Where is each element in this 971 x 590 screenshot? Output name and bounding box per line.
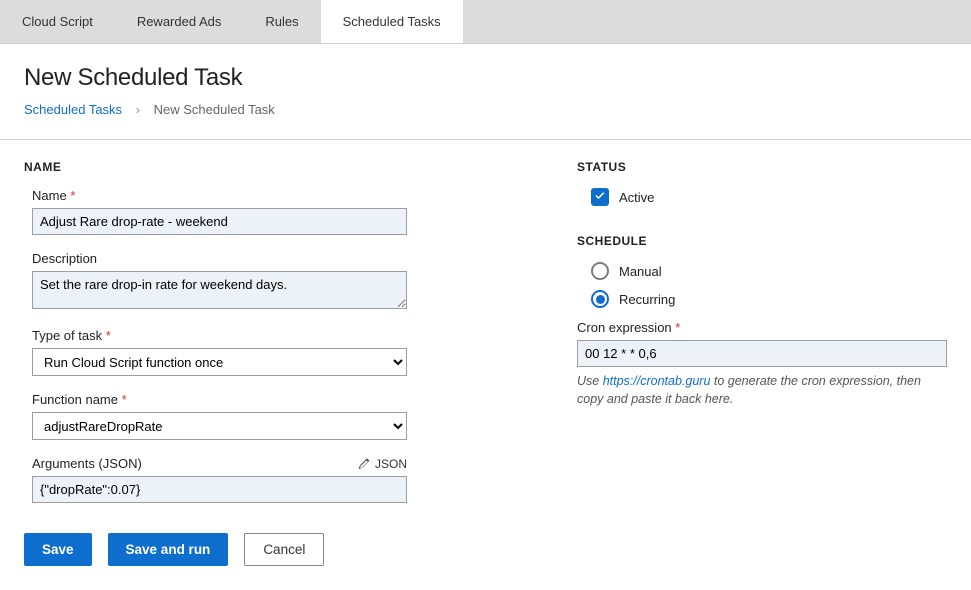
function-label: Function name * — [32, 392, 427, 407]
active-label: Active — [619, 190, 654, 205]
description-label: Description — [32, 251, 427, 266]
save-button[interactable]: Save — [24, 533, 92, 566]
cron-label: Cron expression * — [577, 320, 947, 335]
type-label: Type of task * — [32, 328, 427, 343]
json-toggle[interactable]: JSON — [358, 457, 407, 471]
breadcrumb: Scheduled Tasks › New Scheduled Task — [24, 102, 947, 117]
breadcrumb-root[interactable]: Scheduled Tasks — [24, 102, 122, 117]
pencil-icon — [358, 458, 370, 470]
description-input[interactable]: Set the rare drop-in rate for weekend da… — [32, 271, 407, 309]
divider — [0, 139, 971, 140]
schedule-section-heading: SCHEDULE — [577, 234, 947, 248]
active-checkbox[interactable] — [591, 188, 609, 206]
crontab-link[interactable]: https://crontab.guru — [603, 374, 711, 388]
cron-input[interactable] — [577, 340, 947, 367]
recurring-label: Recurring — [619, 292, 675, 307]
function-select[interactable]: adjustRareDropRate — [32, 412, 407, 440]
status-section-heading: STATUS — [577, 160, 947, 174]
tab-scheduled-tasks[interactable]: Scheduled Tasks — [321, 0, 463, 43]
tab-rules[interactable]: Rules — [243, 0, 320, 43]
tab-bar: Cloud Script Rewarded Ads Rules Schedule… — [0, 0, 971, 44]
breadcrumb-current: New Scheduled Task — [154, 102, 275, 117]
save-and-run-button[interactable]: Save and run — [108, 533, 229, 566]
cancel-button[interactable]: Cancel — [244, 533, 324, 566]
tab-rewarded-ads[interactable]: Rewarded Ads — [115, 0, 244, 43]
recurring-radio[interactable] — [591, 290, 609, 308]
type-select[interactable]: Run Cloud Script function once — [32, 348, 407, 376]
checkmark-icon — [594, 191, 606, 203]
page-title: New Scheduled Task — [24, 64, 947, 92]
name-section-heading: NAME — [24, 160, 427, 174]
arguments-label: Arguments (JSON) — [32, 456, 142, 471]
cron-helper-text: Use https://crontab.guru to generate the… — [577, 373, 947, 408]
chevron-right-icon: › — [136, 102, 140, 117]
manual-radio[interactable] — [591, 262, 609, 280]
arguments-input[interactable] — [32, 476, 407, 503]
tab-cloud-script[interactable]: Cloud Script — [0, 0, 115, 43]
manual-label: Manual — [619, 264, 662, 279]
name-input[interactable] — [32, 208, 407, 235]
name-label: Name * — [32, 188, 427, 203]
